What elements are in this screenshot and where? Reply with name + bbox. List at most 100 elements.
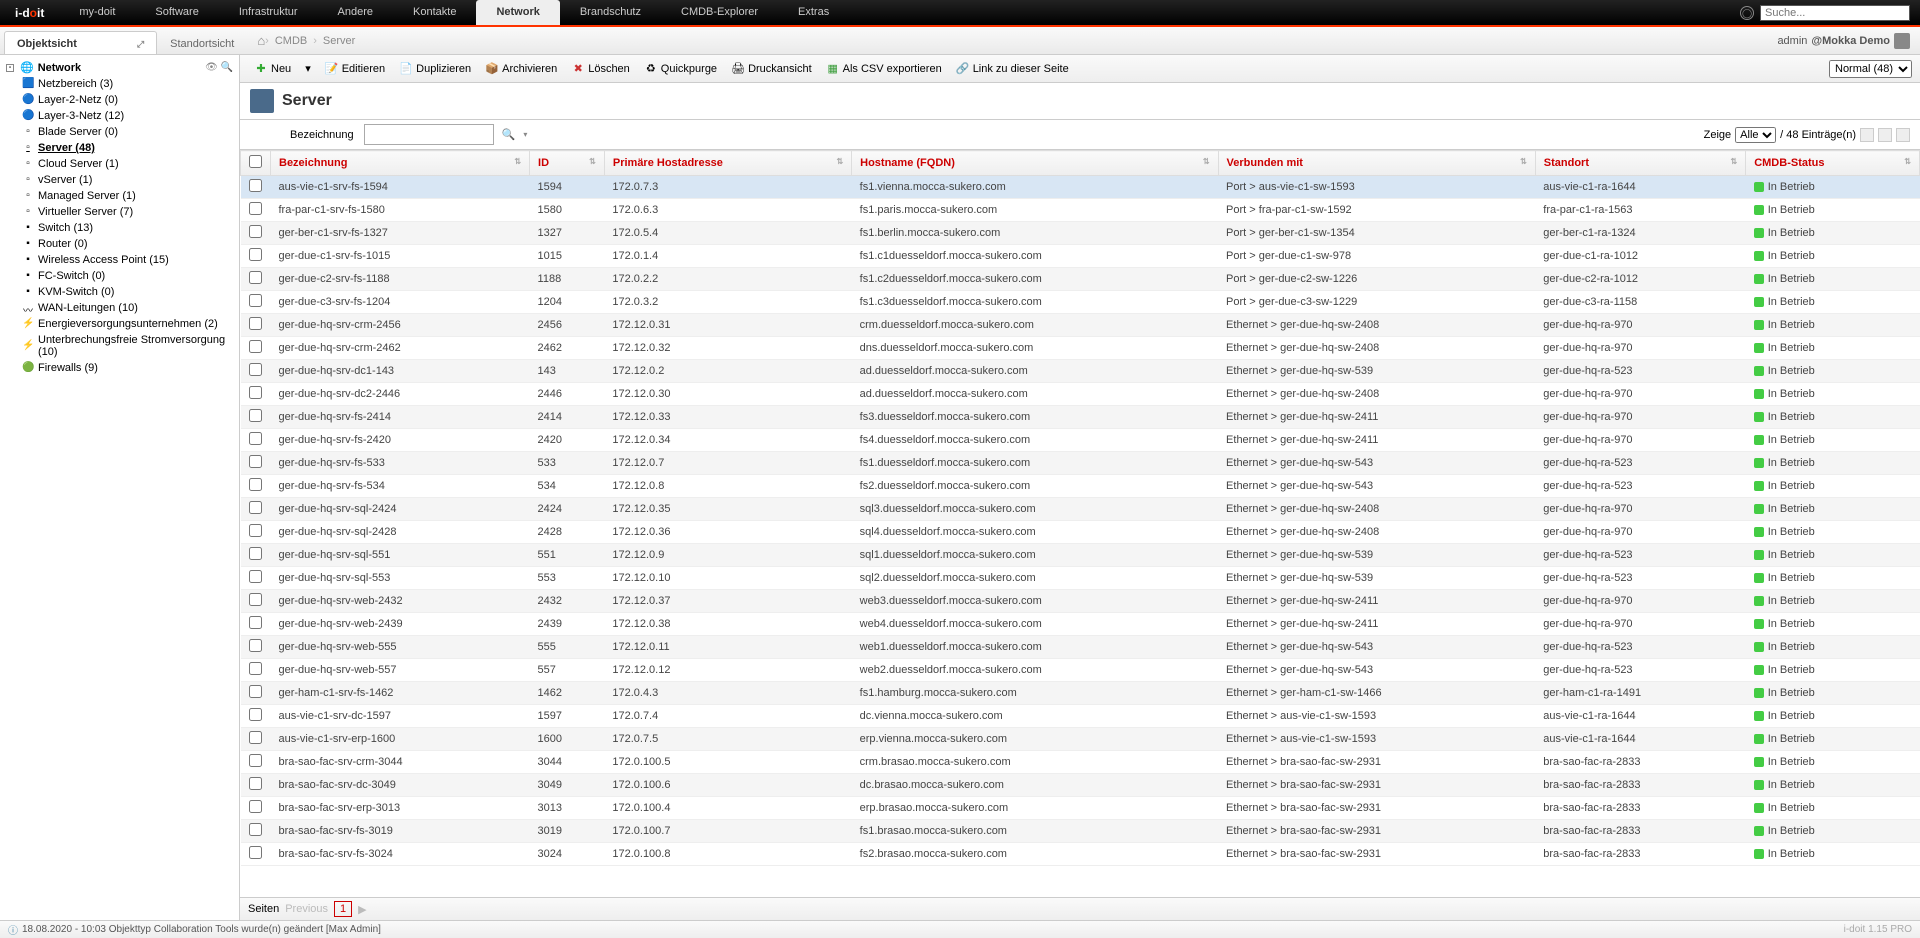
row-checkbox[interactable] (249, 800, 262, 813)
table-row[interactable]: ger-due-hq-srv-dc2-24462446172.12.0.30ad… (241, 383, 1920, 406)
archivieren-button[interactable]: 📦Archivieren (479, 60, 563, 78)
tab-standortsicht[interactable]: Standortsicht (157, 31, 247, 54)
row-checkbox[interactable] (249, 777, 262, 790)
row-checkbox[interactable] (249, 846, 262, 859)
tree-item[interactable]: ▫Cloud Server (1) (0, 156, 239, 172)
row-checkbox[interactable] (249, 363, 262, 376)
tree-eye-icon[interactable]: 👁 🔍 (205, 62, 233, 73)
nav-software[interactable]: Software (135, 0, 218, 25)
table-row[interactable]: ger-due-c3-srv-fs-12041204172.0.3.2fs1.c… (241, 291, 1920, 314)
quickpurge-button[interactable]: ♻Quickpurge (638, 60, 723, 78)
row-checkbox[interactable] (249, 386, 262, 399)
filter-input[interactable] (364, 124, 494, 145)
table-row[interactable]: ger-ber-c1-srv-fs-13271327172.0.5.4fs1.b… (241, 222, 1920, 245)
table-row[interactable]: ger-due-c2-srv-fs-11881188172.0.2.2fs1.c… (241, 268, 1920, 291)
column-header[interactable]: CMDB-Status⇅ (1746, 151, 1920, 176)
row-checkbox[interactable] (249, 409, 262, 422)
tree-item[interactable]: ▪Wireless Access Point (15) (0, 252, 239, 268)
table-row[interactable]: ger-due-hq-srv-web-24392439172.12.0.38we… (241, 613, 1920, 636)
tree-item[interactable]: 🟦Netzbereich (3) (0, 76, 239, 92)
user-icon[interactable] (1894, 33, 1910, 49)
tree-item[interactable]: ▪FC-Switch (0) (0, 268, 239, 284)
link-button[interactable]: 🔗Link zu dieser Seite (950, 60, 1075, 78)
tree-item[interactable]: ▪Router (0) (0, 236, 239, 252)
status-filter-select[interactable]: Normal (48) (1829, 60, 1912, 78)
nav-kontakte[interactable]: Kontakte (393, 0, 476, 25)
table-row[interactable]: aus-vie-c1-srv-erp-16001600172.0.7.5erp.… (241, 728, 1920, 751)
tree-item[interactable]: 🔵Layer-2-Netz (0) (0, 92, 239, 108)
next-button[interactable]: ▶ (358, 903, 366, 916)
table-row[interactable]: bra-sao-fac-srv-dc-30493049172.0.100.6dc… (241, 774, 1920, 797)
column-header[interactable]: ID⇅ (530, 151, 605, 176)
row-checkbox[interactable] (249, 248, 262, 261)
row-checkbox[interactable] (249, 662, 262, 675)
logo[interactable]: i-doit (0, 6, 59, 20)
table-row[interactable]: aus-vie-c1-srv-dc-15971597172.0.7.4dc.vi… (241, 705, 1920, 728)
globe-icon[interactable]: ◯ (1740, 6, 1754, 20)
row-checkbox[interactable] (249, 317, 262, 330)
table-row[interactable]: fra-par-c1-srv-fs-15801580172.0.6.3fs1.p… (241, 199, 1920, 222)
column-header[interactable]: Primäre Hostadresse⇅ (604, 151, 851, 176)
column-config-icon[interactable] (1860, 128, 1874, 142)
duplizieren-button[interactable]: 📄Duplizieren (393, 60, 477, 78)
csv-export-button[interactable]: ▦Als CSV exportieren (820, 60, 948, 78)
row-checkbox[interactable] (249, 524, 262, 537)
row-checkbox[interactable] (249, 294, 262, 307)
druckansicht-button[interactable]: 🖨Druckansicht (725, 60, 818, 78)
table-row[interactable]: ger-due-hq-srv-crm-24562456172.12.0.31cr… (241, 314, 1920, 337)
row-checkbox[interactable] (249, 639, 262, 652)
tree-item[interactable]: ⚡Energieversorgungsunternehmen (2) (0, 316, 239, 332)
table-row[interactable]: ger-due-hq-srv-fs-533533172.12.0.7fs1.du… (241, 452, 1920, 475)
breadcrumb-server[interactable]: Server (317, 35, 361, 47)
table-row[interactable]: ger-due-hq-srv-sql-553553172.12.0.10sql2… (241, 567, 1920, 590)
row-checkbox[interactable] (249, 754, 262, 767)
table-row[interactable]: ger-due-hq-srv-fs-534534172.12.0.8fs2.du… (241, 475, 1920, 498)
column-header[interactable]: Verbunden mit⇅ (1218, 151, 1535, 176)
page-size-select[interactable]: Alle (1735, 127, 1776, 143)
row-checkbox[interactable] (249, 547, 262, 560)
table-row[interactable]: ger-due-hq-srv-fs-24142414172.12.0.33fs3… (241, 406, 1920, 429)
table-row[interactable]: bra-sao-fac-srv-fs-30243024172.0.100.8fs… (241, 843, 1920, 866)
neu-button[interactable]: ✚Neu (248, 60, 297, 78)
nav-extras[interactable]: Extras (778, 0, 849, 25)
filter-dropdown-icon[interactable]: ▾ (523, 130, 527, 139)
row-checkbox[interactable] (249, 731, 262, 744)
previous-button[interactable]: Previous (285, 903, 328, 915)
tree-item[interactable]: ▫Server (48) (0, 140, 239, 156)
export-icon[interactable] (1896, 128, 1910, 142)
row-checkbox[interactable] (249, 593, 262, 606)
row-checkbox[interactable] (249, 823, 262, 836)
tree-collapse-icon[interactable]: - (6, 64, 14, 72)
row-checkbox[interactable] (249, 501, 262, 514)
page-1-button[interactable]: 1 (334, 901, 352, 917)
table-row[interactable]: ger-due-hq-srv-dc1-143143172.12.0.2ad.du… (241, 360, 1920, 383)
refresh-icon[interactable] (1878, 128, 1892, 142)
nav-cmdb-explorer[interactable]: CMDB-Explorer (661, 0, 778, 25)
table-row[interactable]: ger-due-hq-srv-sql-24282428172.12.0.36sq… (241, 521, 1920, 544)
tree-item[interactable]: ▫Blade Server (0) (0, 124, 239, 140)
column-header[interactable]: Hostname (FQDN)⇅ (852, 151, 1218, 176)
tree-root[interactable]: - 🌐 Network 👁 🔍 (0, 59, 239, 76)
table-row[interactable]: ger-due-hq-srv-sql-24242424172.12.0.35sq… (241, 498, 1920, 521)
column-header[interactable]: Bezeichnung⇅ (271, 151, 530, 176)
table-row[interactable]: ger-due-hq-srv-crm-24622462172.12.0.32dn… (241, 337, 1920, 360)
select-all-checkbox[interactable] (249, 155, 262, 168)
nav-infrastruktur[interactable]: Infrastruktur (219, 0, 318, 25)
tree-item[interactable]: 〰WAN-Leitungen (10) (0, 300, 239, 316)
tree-item[interactable]: ▫Managed Server (1) (0, 188, 239, 204)
row-checkbox[interactable] (249, 179, 262, 192)
table-row[interactable]: bra-sao-fac-srv-crm-30443044172.0.100.5c… (241, 751, 1920, 774)
row-checkbox[interactable] (249, 616, 262, 629)
editieren-button[interactable]: 📝Editieren (319, 60, 391, 78)
tree-item[interactable]: ▪Switch (13) (0, 220, 239, 236)
nav-andere[interactable]: Andere (318, 0, 393, 25)
nav-my-doit[interactable]: my-doit (59, 0, 135, 25)
table-row[interactable]: ger-due-hq-srv-sql-551551172.12.0.9sql1.… (241, 544, 1920, 567)
table-row[interactable]: ger-ham-c1-srv-fs-14621462172.0.4.3fs1.h… (241, 682, 1920, 705)
nav-network[interactable]: Network (476, 0, 559, 25)
nav-brandschutz[interactable]: Brandschutz (560, 0, 661, 25)
row-checkbox[interactable] (249, 432, 262, 445)
table-row[interactable]: ger-due-c1-srv-fs-10151015172.0.1.4fs1.c… (241, 245, 1920, 268)
column-header[interactable]: Standort⇅ (1535, 151, 1745, 176)
tab-objektsicht[interactable]: Objektsicht⤢ (4, 31, 157, 54)
